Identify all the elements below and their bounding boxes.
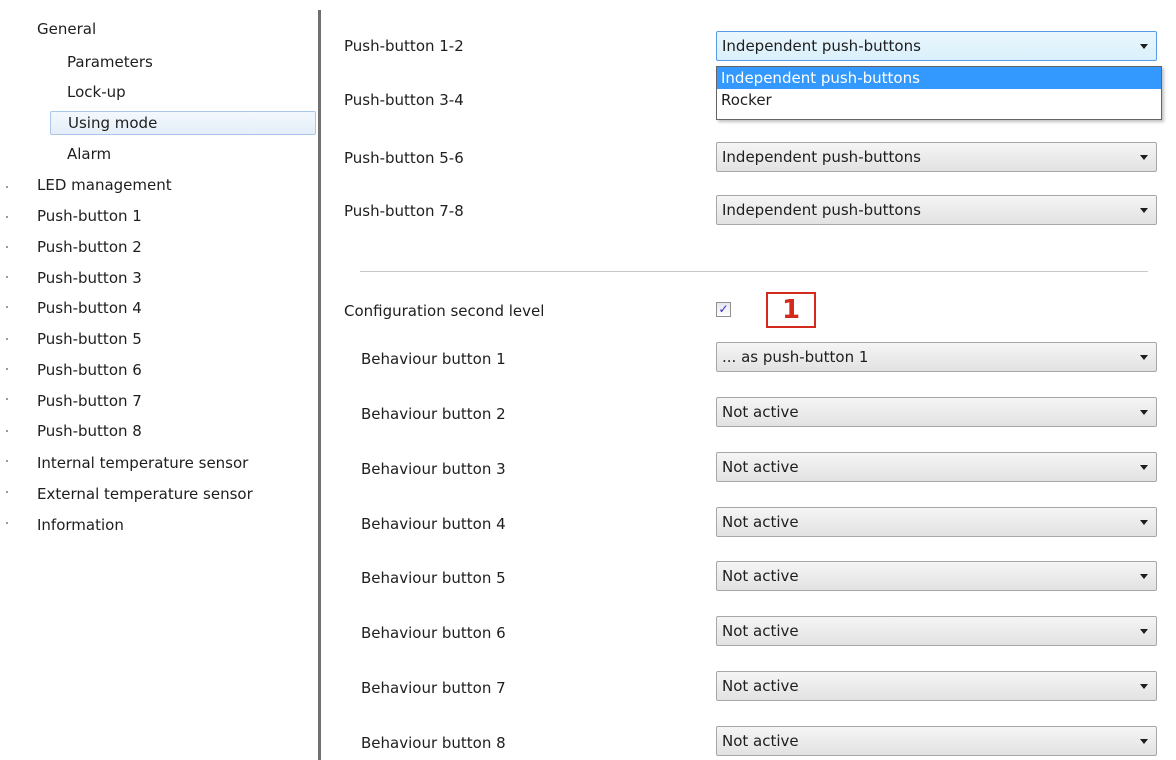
param-label-behaviour-button-5: Behaviour button 5 xyxy=(361,569,506,587)
chevron-down-icon xyxy=(1140,629,1148,634)
select-value: Independent push-buttons xyxy=(722,37,921,55)
tree-expander-icon[interactable] xyxy=(6,246,8,248)
param-label-behaviour-button-8: Behaviour button 8 xyxy=(361,734,506,752)
tree-expander-icon[interactable] xyxy=(6,276,8,278)
select-value: Not active xyxy=(722,677,799,695)
tree-item-push-button-2[interactable]: Push-button 2 xyxy=(37,235,142,259)
param-label-behaviour-button-7: Behaviour button 7 xyxy=(361,679,506,697)
param-label-push-button-7-8: Push-button 7-8 xyxy=(344,202,464,220)
chevron-down-icon xyxy=(1140,684,1148,689)
select-value: Independent push-buttons xyxy=(722,201,921,219)
select-value: Not active xyxy=(722,567,799,585)
param-label-configuration-second-level: Configuration second level xyxy=(344,302,545,320)
chevron-down-icon xyxy=(1140,155,1148,160)
select-value: Independent push-buttons xyxy=(722,148,921,166)
select-value: Not active xyxy=(722,622,799,640)
param-label-push-button-1-2: Push-button 1-2 xyxy=(344,37,464,55)
chevron-down-icon xyxy=(1140,574,1148,579)
tree-expander-icon[interactable] xyxy=(6,460,8,462)
dropdown-option-rocker[interactable]: Rocker xyxy=(717,89,1161,111)
select-value: Not active xyxy=(722,458,799,476)
behaviour-button-8-select[interactable]: Not active xyxy=(716,726,1157,756)
chevron-down-icon xyxy=(1140,739,1148,744)
chevron-down-icon xyxy=(1140,355,1148,360)
behaviour-button-7-select[interactable]: Not active xyxy=(716,671,1157,701)
tree-item-parameters[interactable]: Parameters xyxy=(67,50,153,74)
param-label-push-button-5-6: Push-button 5-6 xyxy=(344,149,464,167)
param-label-behaviour-button-3: Behaviour button 3 xyxy=(361,460,506,478)
select-value: Not active xyxy=(722,513,799,531)
tree-expander-icon[interactable] xyxy=(6,368,8,370)
annotation-callout: 1 xyxy=(766,292,816,328)
param-label-behaviour-button-1: Behaviour button 1 xyxy=(361,350,506,368)
tree-item-push-button-6[interactable]: Push-button 6 xyxy=(37,358,142,382)
behaviour-button-5-select[interactable]: Not active xyxy=(716,561,1157,591)
tree-item-using-mode[interactable]: Using mode xyxy=(50,111,316,135)
chevron-down-icon xyxy=(1140,465,1148,470)
tree-item-push-button-5[interactable]: Push-button 5 xyxy=(37,327,142,351)
tree-item-push-button-3[interactable]: Push-button 3 xyxy=(37,266,142,290)
chevron-down-icon xyxy=(1140,520,1148,525)
chevron-down-icon xyxy=(1140,208,1148,213)
chevron-down-icon xyxy=(1140,44,1148,49)
behaviour-button-2-select[interactable]: Not active xyxy=(716,397,1157,427)
section-divider xyxy=(360,271,1148,272)
tree-expander-icon[interactable] xyxy=(6,306,8,308)
tree-expander-icon[interactable] xyxy=(6,522,8,524)
dropdown-option-independent-push-buttons[interactable]: Independent push-buttons xyxy=(717,67,1161,89)
select-value: ... as push-button 1 xyxy=(722,348,869,366)
chevron-down-icon xyxy=(1140,410,1148,415)
tree-item-push-button-8[interactable]: Push-button 8 xyxy=(37,419,142,443)
tree-item-push-button-4[interactable]: Push-button 4 xyxy=(37,296,142,320)
tree-expander-icon[interactable] xyxy=(6,430,8,432)
behaviour-button-1-select[interactable]: ... as push-button 1 xyxy=(716,342,1157,372)
parameter-tree: General Parameters Lock-up Using mode Al… xyxy=(0,0,318,760)
tree-expander-icon[interactable] xyxy=(6,186,8,188)
select-value: Not active xyxy=(722,732,799,750)
param-label-behaviour-button-2: Behaviour button 2 xyxy=(361,405,506,423)
param-label-behaviour-button-4: Behaviour button 4 xyxy=(361,515,506,533)
tree-item-internal-temperature-sensor[interactable]: Internal temperature sensor xyxy=(37,451,248,475)
tree-item-external-temperature-sensor[interactable]: External temperature sensor xyxy=(37,482,253,506)
behaviour-button-3-select[interactable]: Not active xyxy=(716,452,1157,482)
configuration-second-level-checkbox[interactable]: ✓ xyxy=(716,302,731,317)
push-button-1-2-dropdown-list: Independent push-buttons Rocker xyxy=(716,66,1162,120)
behaviour-button-4-select[interactable]: Not active xyxy=(716,507,1157,537)
param-label-push-button-3-4: Push-button 3-4 xyxy=(344,91,464,109)
tree-expander-icon[interactable] xyxy=(6,216,8,218)
tree-item-lock-up[interactable]: Lock-up xyxy=(67,80,126,104)
param-label-behaviour-button-6: Behaviour button 6 xyxy=(361,624,506,642)
tree-expander-icon[interactable] xyxy=(6,491,8,493)
push-button-5-6-select[interactable]: Independent push-buttons xyxy=(716,142,1157,172)
tree-item-push-button-1[interactable]: Push-button 1 xyxy=(37,204,142,228)
tree-item-alarm[interactable]: Alarm xyxy=(67,142,111,166)
checkmark-icon: ✓ xyxy=(718,302,729,316)
tree-item-information[interactable]: Information xyxy=(37,513,124,537)
tree-item-push-button-7[interactable]: Push-button 7 xyxy=(37,389,142,413)
tree-expander-icon[interactable] xyxy=(6,338,8,340)
push-button-1-2-select[interactable]: Independent push-buttons xyxy=(716,31,1157,61)
tree-item-general[interactable]: General xyxy=(37,17,96,41)
select-value: Not active xyxy=(722,403,799,421)
tree-item-led-management[interactable]: LED management xyxy=(37,173,172,197)
behaviour-button-6-select[interactable]: Not active xyxy=(716,616,1157,646)
push-button-7-8-select[interactable]: Independent push-buttons xyxy=(716,195,1157,225)
tree-expander-icon[interactable] xyxy=(6,398,8,400)
